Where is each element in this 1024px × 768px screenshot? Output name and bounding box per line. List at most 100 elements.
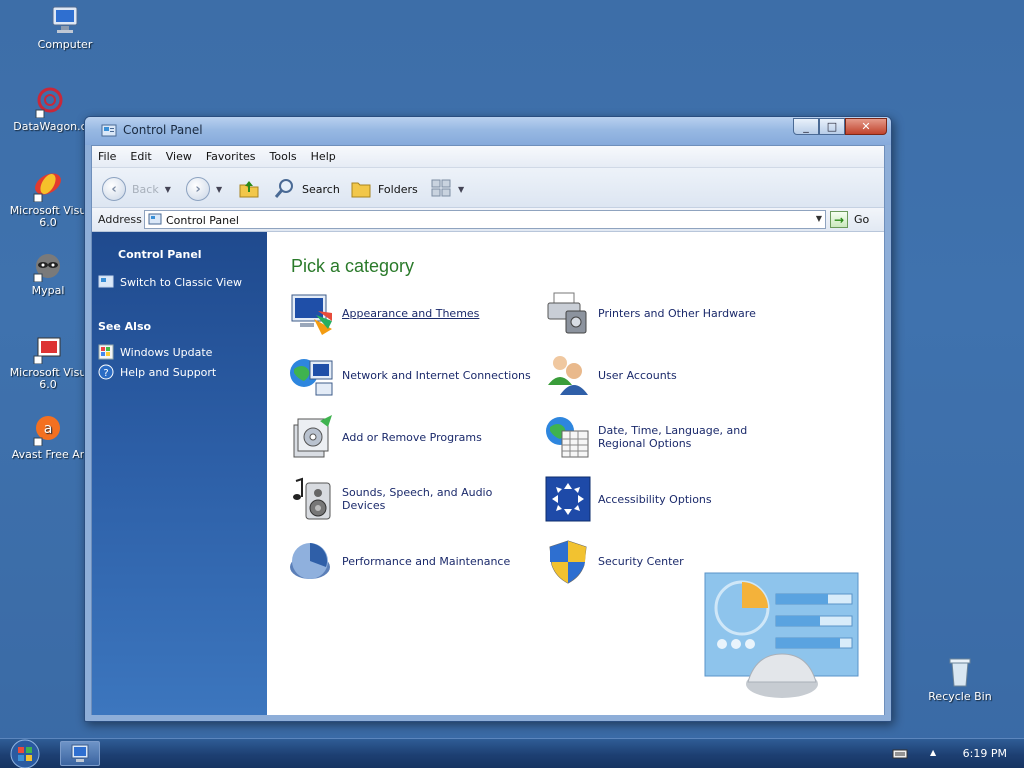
- computer-icon: [49, 4, 81, 36]
- keyboard-icon[interactable]: [892, 748, 908, 763]
- see-also-heading: See Also: [98, 320, 152, 333]
- minimize-button[interactable]: _: [793, 118, 819, 135]
- help-support-link[interactable]: ? Help and Support: [98, 364, 216, 380]
- control-panel-icon: [148, 213, 162, 226]
- address-input[interactable]: Control Panel ▼: [144, 210, 826, 229]
- category-performance-maintenance[interactable]: Performance and Maintenance: [288, 536, 538, 586]
- forward-arrow-icon: ›: [186, 177, 210, 201]
- windows-update-link[interactable]: Windows Update: [98, 344, 212, 360]
- switch-classic-view-link[interactable]: Switch to Classic View: [98, 274, 242, 290]
- clock[interactable]: 6:19 PM: [963, 747, 1007, 760]
- search-icon: [274, 177, 296, 202]
- desktop-icon-label: Microsoft Visu 6.0: [9, 366, 87, 391]
- go-button[interactable]: → Go: [830, 211, 869, 228]
- control-panel-icon: [101, 124, 117, 138]
- category-sounds-speech-audio[interactable]: Sounds, Speech, and Audio Devices: [288, 474, 538, 524]
- title-bar[interactable]: Control Panel _ □ ✕: [85, 117, 891, 145]
- category-appearance-themes[interactable]: Appearance and Themes: [288, 288, 538, 338]
- desktop-icon-label: Computer: [37, 38, 93, 51]
- up-folder-icon: [238, 177, 260, 202]
- windows-update-icon: [98, 344, 114, 360]
- security-shield-icon: [544, 537, 592, 585]
- desktop-icon-label: Mypal: [31, 284, 65, 297]
- views-dropdown-icon[interactable]: ▼: [458, 185, 464, 194]
- avast-icon: a: [32, 414, 64, 447]
- taskbar-control-panel-button[interactable]: [60, 741, 100, 766]
- search-button[interactable]: Search: [274, 177, 340, 202]
- forward-dropdown-icon[interactable]: ▼: [216, 185, 222, 194]
- address-bar: Address Control Panel ▼ → Go: [92, 208, 884, 232]
- desktop-icon-label: DataWagon.c: [13, 120, 87, 133]
- menu-help[interactable]: Help: [311, 150, 336, 163]
- menu-edit[interactable]: Edit: [130, 150, 151, 163]
- visual-studio-cards-icon: [32, 332, 64, 365]
- address-label: Address: [98, 213, 142, 226]
- back-dropdown-icon[interactable]: ▼: [165, 185, 171, 194]
- system-tray: ▲ 6:19 PM: [874, 739, 1024, 768]
- address-value: Control Panel: [166, 214, 239, 227]
- control-panel-window: Control Panel _ □ ✕ File Edit View Favor…: [84, 116, 892, 722]
- menu-view[interactable]: View: [166, 150, 192, 163]
- accessibility-icon: [544, 475, 592, 523]
- maximize-button[interactable]: □: [819, 118, 845, 135]
- menu-bar: File Edit View Favorites Tools Help: [92, 146, 884, 168]
- category-date-time-language[interactable]: Date, Time, Language, and Regional Optio…: [544, 412, 794, 462]
- back-arrow-icon: ‹: [102, 177, 126, 201]
- menu-file[interactable]: File: [98, 150, 116, 163]
- desktop-icon-recycle-bin[interactable]: Recycle Bin: [910, 656, 1010, 703]
- network-globe-icon: [288, 351, 336, 399]
- close-button[interactable]: ✕: [845, 118, 887, 135]
- speaker-music-icon: [288, 475, 336, 523]
- desktop-icon-datawagon[interactable]: DataWagon.c: [8, 86, 92, 133]
- desktop-icon-microsoft-visual-1[interactable]: Microsoft Visu 6.0: [6, 170, 90, 229]
- window-title: Control Panel: [123, 123, 203, 137]
- address-dropdown-icon[interactable]: ▼: [816, 214, 822, 223]
- desktop-icon-computer[interactable]: Computer: [15, 4, 115, 51]
- user-accounts-icon: [544, 351, 592, 399]
- mypal-raccoon-icon: [32, 250, 64, 283]
- datawagon-icon: [34, 86, 66, 119]
- menu-favorites[interactable]: Favorites: [206, 150, 256, 163]
- svg-text:?: ?: [103, 368, 108, 379]
- taskpane-title: Control Panel: [118, 248, 202, 261]
- desktop-icon-label: Avast Free Ar: [11, 448, 85, 461]
- go-arrow-icon: →: [830, 211, 848, 228]
- add-remove-programs-icon: [288, 413, 336, 461]
- page-heading: Pick a category: [291, 256, 415, 276]
- back-button[interactable]: ‹ Back ▼: [102, 177, 171, 201]
- folders-button[interactable]: Folders: [350, 177, 418, 202]
- svg-text:a: a: [44, 421, 53, 437]
- tray-expand-icon[interactable]: ▲: [930, 748, 936, 757]
- start-button[interactable]: [6, 739, 44, 768]
- category-accessibility[interactable]: Accessibility Options: [544, 474, 794, 524]
- control-panel-illustration: [704, 572, 859, 702]
- control-panel-icon: [98, 274, 114, 290]
- menu-tools[interactable]: Tools: [270, 150, 297, 163]
- task-pane: Control Panel Switch to Classic View See…: [92, 232, 267, 715]
- forward-button[interactable]: › ▼: [186, 177, 222, 201]
- category-content: Pick a category Appearance and Themes Pr…: [267, 232, 884, 715]
- up-folder-button[interactable]: [238, 177, 260, 202]
- appearance-themes-icon: [288, 289, 336, 337]
- desktop-icon-microsoft-visual-2[interactable]: Microsoft Visu 6.0: [6, 332, 90, 391]
- window-client: File Edit View Favorites Tools Help ‹ Ba…: [91, 145, 885, 715]
- category-network-internet[interactable]: Network and Internet Connections: [288, 350, 538, 400]
- taskbar: ▲ 6:19 PM: [0, 738, 1024, 768]
- category-add-remove-programs[interactable]: Add or Remove Programs: [288, 412, 538, 462]
- category-printers-hardware[interactable]: Printers and Other Hardware: [544, 288, 794, 338]
- category-user-accounts[interactable]: User Accounts: [544, 350, 794, 400]
- desktop-icon-label: Recycle Bin: [928, 690, 992, 703]
- desktop-icon-label: Microsoft Visu 6.0: [9, 204, 87, 229]
- folder-icon: [350, 177, 372, 202]
- performance-pie-icon: [288, 537, 336, 585]
- views-icon: [430, 177, 452, 202]
- desktop-icon-mypal[interactable]: Mypal: [6, 250, 90, 297]
- recycle-bin-icon: [944, 656, 976, 688]
- printer-icon: [544, 289, 592, 337]
- toolbar: ‹ Back ▼ › ▼ Search Folders ▼: [92, 168, 884, 208]
- desktop-icon-avast[interactable]: a Avast Free Ar: [6, 414, 90, 461]
- help-icon: ?: [98, 364, 114, 380]
- visual-studio-icon: [32, 170, 64, 203]
- date-time-globe-icon: [544, 413, 592, 461]
- views-button[interactable]: ▼: [430, 177, 464, 202]
